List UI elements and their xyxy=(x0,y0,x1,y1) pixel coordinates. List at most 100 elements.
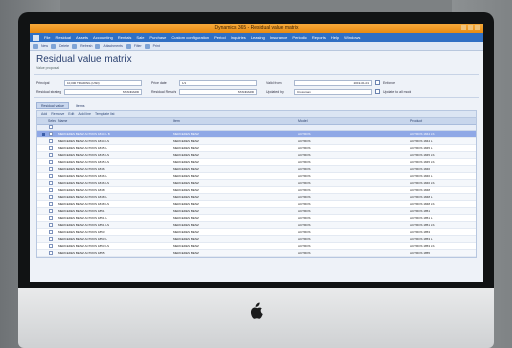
updated-by-field[interactable]: Crossman xyxy=(294,88,372,95)
filter-icon[interactable] xyxy=(125,43,131,49)
toolbar-attachments-button[interactable]: Attachments xyxy=(103,44,122,48)
row-checkbox[interactable] xyxy=(49,202,53,206)
menu-item-purchase[interactable]: Purchase xyxy=(149,35,166,40)
column-header-model[interactable]: Model xyxy=(296,119,408,123)
table-row[interactable]: MERCEDES BENZ ACTROS 1845 LS MERCEDES BEN… xyxy=(37,152,476,159)
menu-item-insurance[interactable]: Insurance xyxy=(270,35,288,40)
menu-item-assets[interactable]: Assets xyxy=(76,35,88,40)
row-checkbox[interactable] xyxy=(49,132,53,136)
row-checkbox[interactable] xyxy=(49,174,53,178)
toolbar-filter-button[interactable]: Filter xyxy=(134,44,142,48)
row-select-cell xyxy=(46,174,56,178)
cell-name: MERCEDES BENZ ACTROS 1848 xyxy=(58,188,105,192)
column-header-product[interactable]: Product xyxy=(408,119,468,123)
print-icon[interactable] xyxy=(144,43,150,49)
toolbar-print-button[interactable]: Print xyxy=(153,44,160,48)
row-checkbox[interactable] xyxy=(49,153,53,157)
tab-items[interactable]: Items xyxy=(71,102,90,109)
table-row[interactable]: MERCEDES BENZ ACTROS 1851 L MERCEDES BENZ… xyxy=(37,215,476,222)
table-row[interactable]: MERCEDES BENZ ACTROS 1846 MERCEDES BENZ AC… xyxy=(37,166,476,173)
grid-template-list-button[interactable]: Template list xyxy=(95,112,114,116)
row-select-cell xyxy=(46,202,56,206)
column-header-item[interactable]: Item xyxy=(171,119,296,123)
cell-product: ACTROS 1853 L xyxy=(410,237,433,241)
column-header-name[interactable]: Name xyxy=(56,119,171,123)
row-checkbox[interactable] xyxy=(49,209,53,213)
attachments-icon[interactable] xyxy=(95,43,101,49)
table-row[interactable]: MERCEDES BENZ ACTROS 1845 L MERCEDES BENZ… xyxy=(37,145,476,152)
table-row[interactable]: MERCEDES BENZ ACTROS 1851 MERCEDES BENZ AC… xyxy=(37,208,476,215)
minimize-icon[interactable] xyxy=(461,25,466,30)
principal-field[interactable]: 10,000 TRADING (USD) xyxy=(64,79,142,86)
menu-item-accounting[interactable]: Accounting xyxy=(93,35,113,40)
grid-edit-button[interactable]: Edit xyxy=(68,112,74,116)
cell-model: ACTROS xyxy=(298,244,311,248)
app-menu-icon[interactable] xyxy=(33,34,39,41)
table-row[interactable]: MERCEDES BENZ ACTROS 1845 LS MERCEDES BEN… xyxy=(37,159,476,166)
tab-residual-value[interactable]: Residual value xyxy=(36,102,69,109)
row-checkbox[interactable] xyxy=(49,139,53,143)
row-checkbox[interactable] xyxy=(49,188,53,192)
menu-item-help[interactable]: Help xyxy=(331,35,339,40)
table-row[interactable]: MERCEDES BENZ ACTROS 1846 L MERCEDES BENZ… xyxy=(37,173,476,180)
menu-item-period[interactable]: Period xyxy=(214,35,226,40)
table-row[interactable]: MERCEDES BENZ ACTROS 1848 L MERCEDES BENZ… xyxy=(37,194,476,201)
residual-reschedule-field[interactable]: STANDARD xyxy=(179,88,257,95)
residual-strategy-field[interactable]: STANDARD xyxy=(64,88,142,95)
row-checkbox[interactable] xyxy=(49,223,53,227)
enforce-checkbox[interactable] xyxy=(375,80,380,85)
row-checkbox[interactable] xyxy=(49,251,53,255)
table-row[interactable]: MERCEDES BENZ ACTROS 1853 MERCEDES BENZ AC… xyxy=(37,229,476,236)
row-checkbox[interactable] xyxy=(49,167,53,171)
menu-item-inquiries[interactable]: Inquiries xyxy=(231,35,246,40)
menu-item-residual[interactable]: Residual xyxy=(55,35,71,40)
maximize-icon[interactable] xyxy=(468,25,473,30)
grid-add-line-button[interactable]: Add line xyxy=(78,112,91,116)
menu-item-custom-configuration[interactable]: Custom configuration xyxy=(171,35,209,40)
row-checkbox[interactable] xyxy=(49,146,53,150)
cell-item: MERCEDES BENZ xyxy=(173,244,199,248)
menu-item-rentals[interactable]: Rentals xyxy=(118,35,132,40)
delete-icon[interactable] xyxy=(51,43,57,49)
menu-item-leasing[interactable]: Leasing xyxy=(251,35,265,40)
row-checkbox[interactable] xyxy=(49,216,53,220)
menu-item-sale[interactable]: Sale xyxy=(136,35,144,40)
table-row[interactable]: MERCEDES BENZ ACTROS 1846 LS MERCEDES BEN… xyxy=(37,180,476,187)
row-checkbox[interactable] xyxy=(49,195,53,199)
update-all-models-checkbox[interactable] xyxy=(375,89,380,94)
grid-add-button[interactable]: Add xyxy=(41,112,47,116)
table-row[interactable]: MERCEDES BENZ ACTROS 1844 LS MERCEDES BEN… xyxy=(37,138,476,145)
menu-item-periodic[interactable]: Periodic xyxy=(292,35,306,40)
row-checkbox[interactable] xyxy=(49,230,53,234)
table-row[interactable]: MERCEDES BENZ ACTROS 1855 MERCEDES BENZ AC… xyxy=(37,250,476,257)
toolbar-new-button[interactable]: New xyxy=(41,44,48,48)
table-row[interactable]: MERCEDES BENZ ACTROS 1853 L MERCEDES BENZ… xyxy=(37,236,476,243)
toolbar-delete-button[interactable]: Delete xyxy=(59,44,69,48)
refresh-icon[interactable] xyxy=(72,43,78,49)
table-row[interactable]: MERCEDES BENZ ACTROS 1853 LS MERCEDES BEN… xyxy=(37,243,476,250)
close-icon[interactable] xyxy=(475,25,480,30)
filter-checkbox[interactable] xyxy=(49,125,53,129)
row-checkbox[interactable] xyxy=(49,160,53,164)
cell-model: ACTROS xyxy=(298,139,311,143)
valid-from-field[interactable]: 2019-01-01 xyxy=(294,79,372,86)
table-row[interactable]: MERCEDES BENZ ACTROS 1844 L B MERCEDES BE… xyxy=(37,131,476,138)
new-icon[interactable] xyxy=(33,43,38,49)
table-row[interactable]: MERCEDES BENZ ACTROS 1848 LS MERCEDES BEN… xyxy=(37,201,476,208)
cell-item: MERCEDES BENZ xyxy=(173,202,199,206)
toolbar-refresh-button[interactable]: Refresh xyxy=(80,44,92,48)
menu-item-reports[interactable]: Reports xyxy=(312,35,326,40)
row-checkbox[interactable] xyxy=(49,237,53,241)
grid-remove-button[interactable]: Remove xyxy=(51,112,64,116)
menu-item-windows[interactable]: Windows xyxy=(344,35,360,40)
row-checkbox[interactable] xyxy=(49,181,53,185)
cell-model: ACTROS xyxy=(298,160,311,164)
table-row[interactable]: MERCEDES BENZ ACTROS 1851 LS MERCEDES BEN… xyxy=(37,222,476,229)
row-checkbox[interactable] xyxy=(49,244,53,248)
cell-item: MERCEDES BENZ xyxy=(173,237,199,241)
column-header-selected[interactable]: Selected xyxy=(46,119,56,123)
menu-bar: File Residual Assets Accounting Rentals Sale P… xyxy=(30,33,483,42)
menu-item-file[interactable]: File xyxy=(44,35,50,40)
table-row[interactable]: MERCEDES BENZ ACTROS 1848 MERCEDES BENZ AC… xyxy=(37,187,476,194)
price-date-field[interactable]: 1/1 xyxy=(179,79,257,86)
